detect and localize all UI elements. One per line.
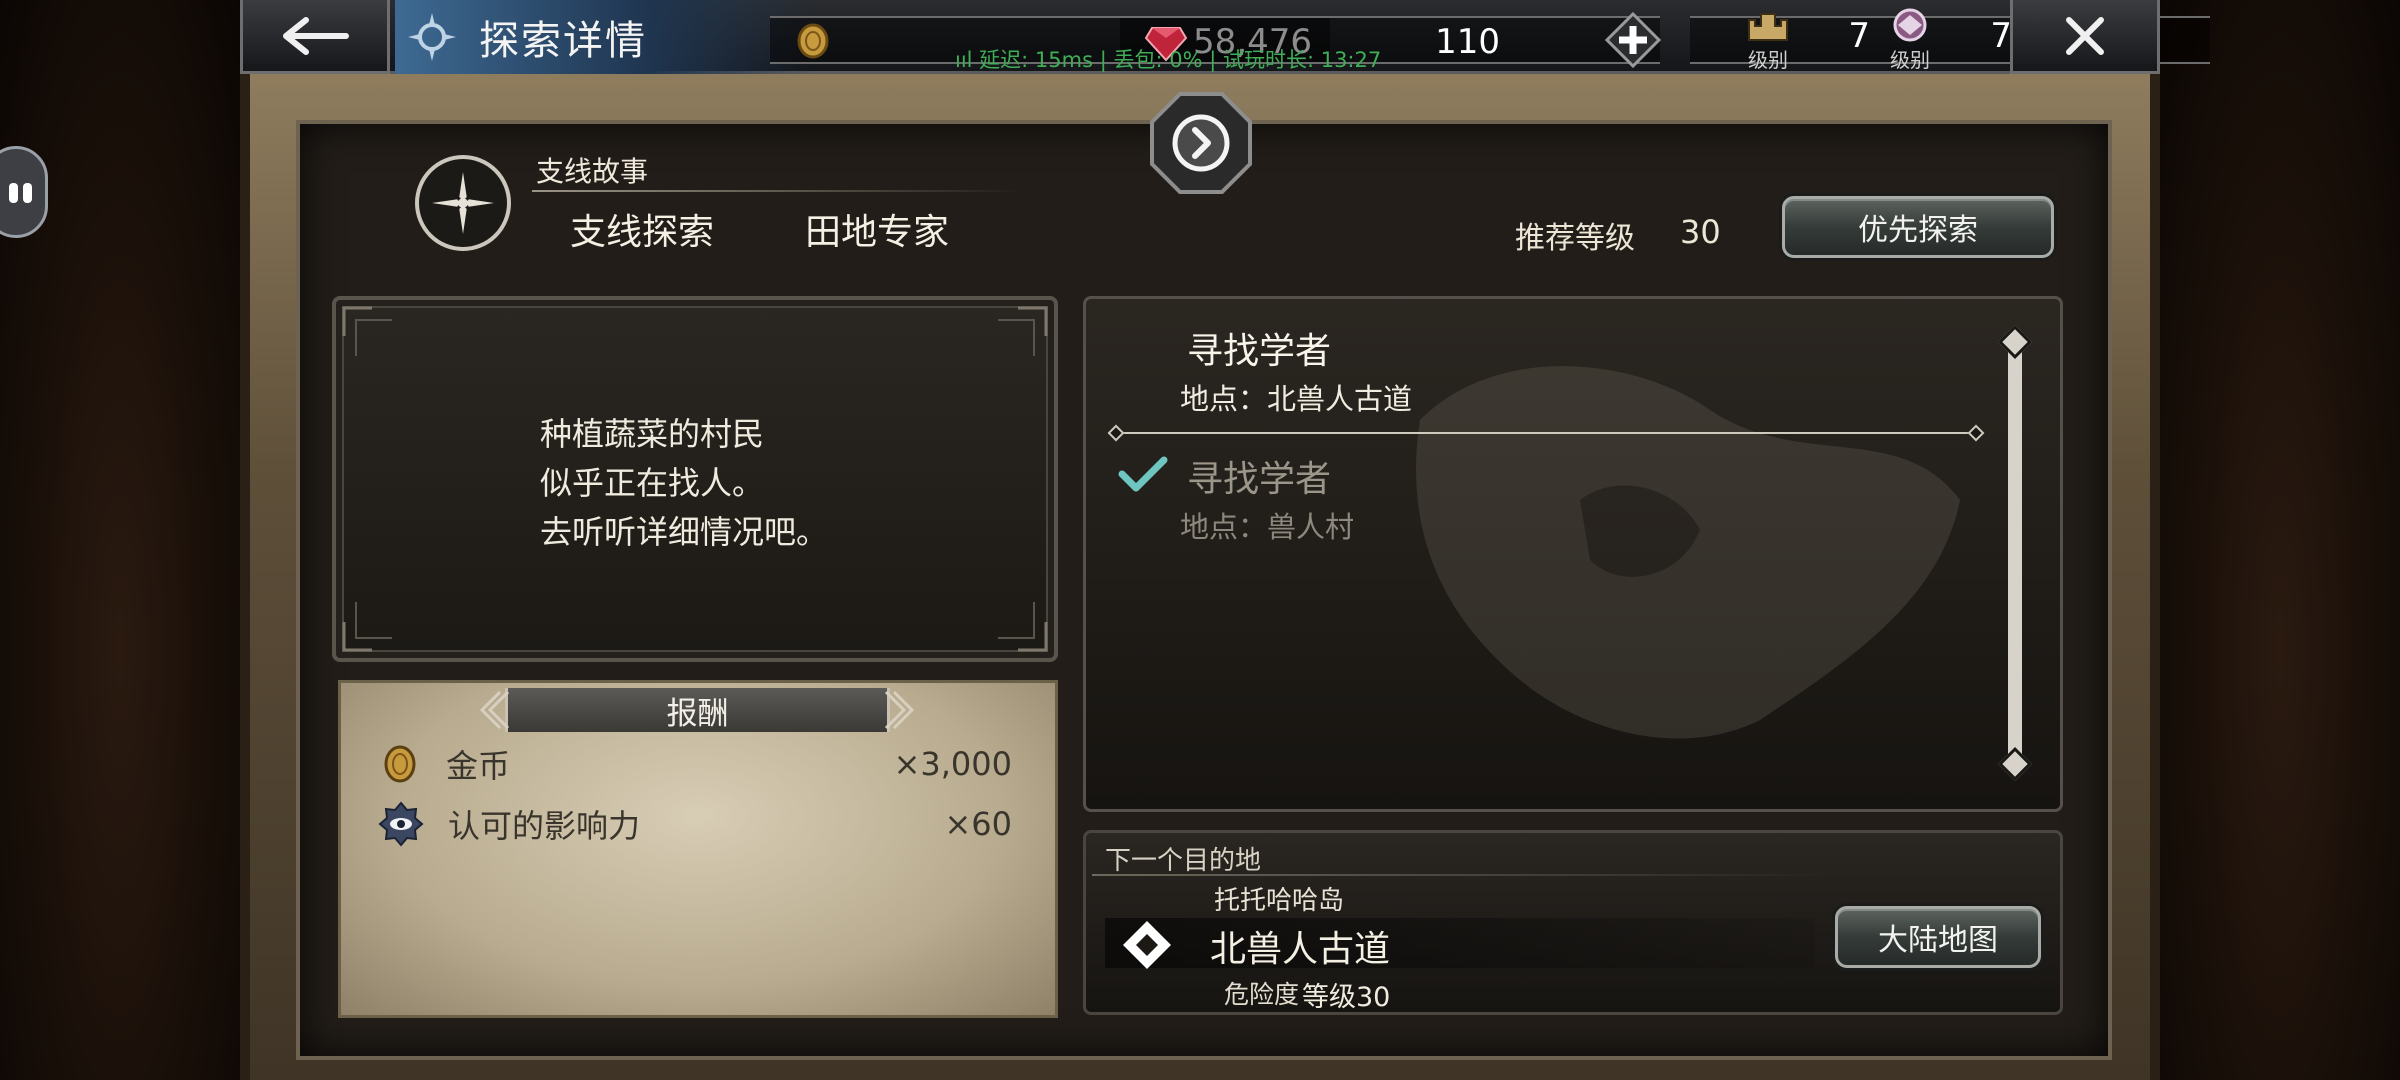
quest-name-label: 田地专家 — [805, 212, 950, 253]
close-icon — [2066, 16, 2104, 55]
gold-coin-icon — [384, 745, 416, 783]
quest-step-title-completed: 寻找学者 — [1187, 459, 1332, 500]
description-line: 去听听详细情况吧。 — [540, 513, 829, 551]
description-line: 似乎正在找人。 — [540, 464, 765, 502]
danger-level: 等级30 — [1302, 982, 1391, 1013]
reward-item: 认可的影响力 ×60 — [378, 800, 1018, 848]
description-line: 种植蔬菜的村民 — [540, 415, 765, 453]
influence-icon — [378, 801, 424, 847]
reward-quantity: ×60 — [944, 805, 1012, 843]
level-sub-label: 级别 — [1748, 48, 1788, 72]
floating-assistant-bubble[interactable] — [0, 146, 48, 238]
level-item-castle: 级别 7 — [1740, 6, 1870, 72]
level-value: 7 — [1848, 16, 1870, 56]
crest-icon — [1893, 8, 1927, 42]
quest-list-scrollbar[interactable] — [2008, 336, 2022, 768]
next-destination-label: 下一个目的地 — [1105, 846, 1262, 876]
right-background — [2160, 0, 2400, 1080]
side-story-emblem — [415, 155, 511, 251]
quest-type-label: 支线探索 — [570, 212, 715, 253]
reward-title: 报酬 — [505, 688, 890, 732]
plus-icon — [1604, 11, 1662, 69]
page-title: 探索详情 — [479, 18, 647, 64]
chevron-right-icon — [1150, 92, 1252, 194]
close-button[interactable] — [2010, 0, 2160, 74]
continent-map-button[interactable]: 大陆地图 — [1835, 906, 2041, 968]
quest-step-location-completed: 地点：兽人村 — [1180, 510, 1355, 544]
reward-title-right-ornament — [884, 690, 915, 730]
gem-value: 110 — [1435, 22, 1500, 62]
add-gems-button[interactable] — [1604, 11, 1662, 69]
waypoint-diamond-icon — [1123, 921, 1171, 969]
background-map-art — [1416, 366, 1960, 739]
quest-step-divider — [1114, 432, 1978, 434]
back-arrow-icon — [283, 16, 349, 55]
quest-step-title: 寻找学者 — [1187, 331, 1332, 372]
reward-quantity: ×3,000 — [893, 745, 1012, 783]
destination-divider — [1092, 874, 1832, 876]
back-button[interactable] — [240, 0, 390, 74]
level-item-crest: 级别 7 — [1882, 6, 2012, 72]
level-sub-label: 级别 — [1890, 48, 1930, 72]
reward-title-left-ornament — [479, 690, 510, 730]
destination-region: 托托哈哈岛 — [1214, 886, 1345, 916]
next-quest-button[interactable] — [1148, 90, 1254, 196]
quest-category: 支线故事 — [536, 155, 649, 188]
title-area: 探索详情 — [395, 0, 815, 74]
danger-label: 危险度 — [1224, 980, 1300, 1009]
compass-swirl-icon — [395, 0, 469, 74]
network-stats-overlay: ııl 延迟: 15ms | 丢包: 0% | 试玩时长: 13:27 — [955, 48, 1382, 72]
category-underline — [532, 190, 1022, 192]
level-value: 7 — [1990, 16, 2012, 56]
reward-item: 金币 ×3,000 — [378, 740, 1018, 788]
left-background — [0, 0, 240, 1080]
checkmark-icon — [1118, 456, 1168, 492]
castle-icon — [1748, 13, 1788, 41]
destination-name: 北兽人古道 — [1210, 929, 1391, 970]
recommended-level-label: 推荐等级 — [1515, 221, 1635, 256]
reward-name: 认可的影响力 — [448, 807, 641, 845]
recommended-level-value: 30 — [1680, 213, 1721, 251]
quest-step-location: 地点：北兽人古道 — [1180, 382, 1413, 416]
priority-explore-button[interactable]: 优先探索 — [1782, 196, 2054, 258]
gold-coin-icon — [794, 22, 832, 64]
reward-name: 金币 — [446, 747, 511, 785]
quest-description: 种植蔬菜的村民 似乎正在找人。 去听听详细情况吧。 — [540, 410, 828, 557]
top-bar: 探索详情 58,476 110 级别 7 级别 7 ııl 延迟: 15ms |… — [240, 0, 2210, 74]
compass-star-icon — [432, 172, 494, 234]
